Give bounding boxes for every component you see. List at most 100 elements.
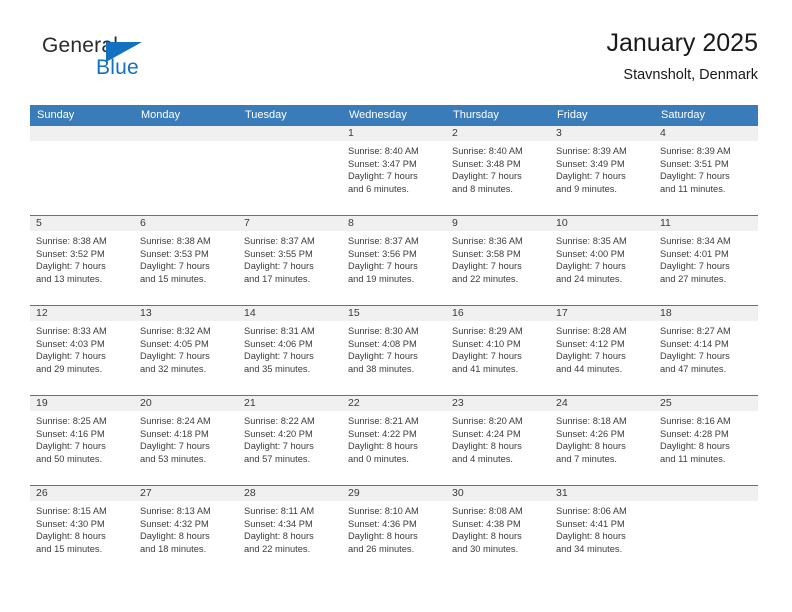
- sunset-text: Sunset: 4:36 PM: [348, 518, 417, 529]
- daylight-text-line2: and 7 minutes.: [556, 453, 617, 464]
- calendar-day-cell[interactable]: 17 Sunrise: 8:28 AM Sunset: 4:12 PM Dayligh…: [550, 306, 654, 395]
- calendar-day-cell[interactable]: 11 Sunrise: 8:34 AM Sunset: 4:01 PM Dayligh…: [654, 216, 758, 305]
- day-details: Sunrise: 8:30 AM Sunset: 4:08 PM Daylight:…: [342, 321, 446, 375]
- daylight-text-line1: Daylight: 7 hours: [140, 351, 210, 362]
- sunrise-text: Sunrise: 8:27 AM: [660, 326, 731, 336]
- sunset-text: Sunset: 4:03 PM: [36, 338, 105, 349]
- calendar-day-cell[interactable]: 9 Sunrise: 8:36 AM Sunset: 3:58 PM Daylight…: [446, 216, 550, 305]
- daylight-text-line1: Daylight: 7 hours: [140, 441, 210, 452]
- calendar-week-row: 19 Sunrise: 8:25 AM Sunset: 4:16 PM Dayligh…: [30, 395, 758, 485]
- day-number: 20: [134, 396, 238, 411]
- calendar-day-cell[interactable]: 1 Sunrise: 8:40 AM Sunset: 3:47 PM Daylight…: [342, 126, 446, 215]
- page-subtitle: Stavnsholt, Denmark: [623, 67, 758, 83]
- calendar-day-cell[interactable]: 21 Sunrise: 8:22 AM Sunset: 4:20 PM Dayligh…: [238, 396, 342, 485]
- title-block: January 2025 Stavnsholt, Denmark: [606, 28, 758, 85]
- daylight-text-line1: Daylight: 8 hours: [660, 441, 730, 452]
- day-number: [238, 126, 342, 141]
- calendar-day-cell[interactable]: 25 Sunrise: 8:16 AM Sunset: 4:28 PM Dayligh…: [654, 396, 758, 485]
- sunrise-text: Sunrise: 8:31 AM: [244, 326, 315, 336]
- sunrise-text: Sunrise: 8:22 AM: [244, 416, 315, 426]
- calendar-day-cell[interactable]: 7 Sunrise: 8:37 AM Sunset: 3:55 PM Daylight…: [238, 216, 342, 305]
- day-number: 17: [550, 306, 654, 321]
- calendar-day-cell[interactable]: 10 Sunrise: 8:35 AM Sunset: 4:00 PM Dayligh…: [550, 216, 654, 305]
- general-blue-logo[interactable]: General Blue: [34, 34, 224, 92]
- calendar-day-cell[interactable]: 16 Sunrise: 8:29 AM Sunset: 4:10 PM Dayligh…: [446, 306, 550, 395]
- sunset-text: Sunset: 4:30 PM: [36, 518, 105, 529]
- sunrise-text: Sunrise: 8:40 AM: [348, 146, 419, 156]
- calendar-day-cell[interactable]: 23 Sunrise: 8:20 AM Sunset: 4:24 PM Dayligh…: [446, 396, 550, 485]
- calendar-day-cell[interactable]: 26 Sunrise: 8:15 AM Sunset: 4:30 PM Dayligh…: [30, 486, 134, 575]
- day-details: Sunrise: 8:35 AM Sunset: 4:00 PM Daylight:…: [550, 231, 654, 285]
- calendar-day-cell[interactable]: 13 Sunrise: 8:32 AM Sunset: 4:05 PM Dayligh…: [134, 306, 238, 395]
- sunset-text: Sunset: 4:41 PM: [556, 518, 625, 529]
- day-details: Sunrise: 8:38 AM Sunset: 3:53 PM Daylight:…: [134, 231, 238, 285]
- calendar-day-cell[interactable]: 3 Sunrise: 8:39 AM Sunset: 3:49 PM Daylight…: [550, 126, 654, 215]
- calendar-week-row: 5 Sunrise: 8:38 AM Sunset: 3:52 PM Daylight…: [30, 215, 758, 305]
- daylight-text-line2: and 24 minutes.: [556, 273, 623, 284]
- calendar-day-cell[interactable]: 19 Sunrise: 8:25 AM Sunset: 4:16 PM Dayligh…: [30, 396, 134, 485]
- daylight-text-line1: Daylight: 7 hours: [348, 171, 418, 182]
- day-details: Sunrise: 8:06 AM Sunset: 4:41 PM Daylight:…: [550, 501, 654, 555]
- daylight-text-line1: Daylight: 7 hours: [36, 351, 106, 362]
- day-number: 12: [30, 306, 134, 321]
- calendar-day-cell[interactable]: 24 Sunrise: 8:18 AM Sunset: 4:26 PM Dayligh…: [550, 396, 654, 485]
- day-details: Sunrise: 8:31 AM Sunset: 4:06 PM Daylight:…: [238, 321, 342, 375]
- day-number: 19: [30, 396, 134, 411]
- daylight-text-line1: Daylight: 8 hours: [36, 531, 106, 542]
- daylight-text-line1: Daylight: 7 hours: [36, 441, 106, 452]
- sunrise-text: Sunrise: 8:06 AM: [556, 506, 627, 516]
- day-number: 5: [30, 216, 134, 231]
- sunset-text: Sunset: 4:32 PM: [140, 518, 209, 529]
- calendar-day-cell[interactable]: 29 Sunrise: 8:10 AM Sunset: 4:36 PM Dayligh…: [342, 486, 446, 575]
- calendar-day-cell[interactable]: 15 Sunrise: 8:30 AM Sunset: 4:08 PM Dayligh…: [342, 306, 446, 395]
- sunrise-text: Sunrise: 8:21 AM: [348, 416, 419, 426]
- day-number: 9: [446, 216, 550, 231]
- calendar-day-cell[interactable]: 2 Sunrise: 8:40 AM Sunset: 3:48 PM Daylight…: [446, 126, 550, 215]
- daylight-text-line2: and 11 minutes.: [660, 183, 726, 194]
- calendar-weeks: 1 Sunrise: 8:40 AM Sunset: 3:47 PM Daylight…: [30, 126, 758, 575]
- day-details: Sunrise: 8:11 AM Sunset: 4:34 PM Daylight:…: [238, 501, 342, 555]
- daylight-text-line1: Daylight: 8 hours: [556, 531, 626, 542]
- day-number: 4: [654, 126, 758, 141]
- daylight-text-line1: Daylight: 7 hours: [556, 261, 626, 272]
- day-details: Sunrise: 8:16 AM Sunset: 4:28 PM Daylight:…: [654, 411, 758, 465]
- daylight-text-line2: and 22 minutes.: [244, 543, 311, 554]
- calendar-day-cell[interactable]: 22 Sunrise: 8:21 AM Sunset: 4:22 PM Dayligh…: [342, 396, 446, 485]
- calendar-day-cell[interactable]: 27 Sunrise: 8:13 AM Sunset: 4:32 PM Dayligh…: [134, 486, 238, 575]
- sunset-text: Sunset: 3:49 PM: [556, 158, 625, 169]
- calendar-day-cell[interactable]: 5 Sunrise: 8:38 AM Sunset: 3:52 PM Daylight…: [30, 216, 134, 305]
- calendar-day-cell[interactable]: 18 Sunrise: 8:27 AM Sunset: 4:14 PM Dayligh…: [654, 306, 758, 395]
- daylight-text-line1: Daylight: 7 hours: [660, 171, 730, 182]
- calendar-day-cell[interactable]: 8 Sunrise: 8:37 AM Sunset: 3:56 PM Daylight…: [342, 216, 446, 305]
- daylight-text-line2: and 57 minutes.: [244, 453, 311, 464]
- calendar-day-cell[interactable]: 14 Sunrise: 8:31 AM Sunset: 4:06 PM Dayligh…: [238, 306, 342, 395]
- calendar-day-cell[interactable]: 20 Sunrise: 8:24 AM Sunset: 4:18 PM Dayligh…: [134, 396, 238, 485]
- daylight-text-line1: Daylight: 8 hours: [348, 441, 418, 452]
- sunset-text: Sunset: 3:55 PM: [244, 248, 313, 259]
- calendar-day-cell[interactable]: 30 Sunrise: 8:08 AM Sunset: 4:38 PM Dayligh…: [446, 486, 550, 575]
- day-number: [654, 486, 758, 501]
- daylight-text-line2: and 9 minutes.: [556, 183, 617, 194]
- calendar-day-cell[interactable]: 12 Sunrise: 8:33 AM Sunset: 4:03 PM Dayligh…: [30, 306, 134, 395]
- sunset-text: Sunset: 3:58 PM: [452, 248, 521, 259]
- daylight-text-line2: and 29 minutes.: [36, 363, 103, 374]
- daylight-text-line2: and 53 minutes.: [140, 453, 207, 464]
- day-number: 13: [134, 306, 238, 321]
- calendar-page: General Blue January 2025 Stavnsholt, De…: [0, 0, 792, 612]
- sunrise-text: Sunrise: 8:35 AM: [556, 236, 627, 246]
- calendar-day-cell[interactable]: 28 Sunrise: 8:11 AM Sunset: 4:34 PM Dayligh…: [238, 486, 342, 575]
- day-details: Sunrise: 8:13 AM Sunset: 4:32 PM Daylight:…: [134, 501, 238, 555]
- day-details: Sunrise: 8:22 AM Sunset: 4:20 PM Daylight:…: [238, 411, 342, 465]
- day-details: Sunrise: 8:08 AM Sunset: 4:38 PM Daylight:…: [446, 501, 550, 555]
- sunrise-text: Sunrise: 8:32 AM: [140, 326, 211, 336]
- sunset-text: Sunset: 4:20 PM: [244, 428, 313, 439]
- sunrise-text: Sunrise: 8:39 AM: [556, 146, 627, 156]
- daylight-text-line1: Daylight: 7 hours: [36, 261, 106, 272]
- page-header: General Blue January 2025 Stavnsholt, De…: [30, 28, 758, 94]
- day-number: 27: [134, 486, 238, 501]
- sunset-text: Sunset: 4:00 PM: [556, 248, 625, 259]
- calendar-day-cell[interactable]: 6 Sunrise: 8:38 AM Sunset: 3:53 PM Daylight…: [134, 216, 238, 305]
- day-number: 7: [238, 216, 342, 231]
- calendar-day-cell[interactable]: 31 Sunrise: 8:06 AM Sunset: 4:41 PM Dayligh…: [550, 486, 654, 575]
- calendar-day-cell[interactable]: 4 Sunrise: 8:39 AM Sunset: 3:51 PM Daylight…: [654, 126, 758, 215]
